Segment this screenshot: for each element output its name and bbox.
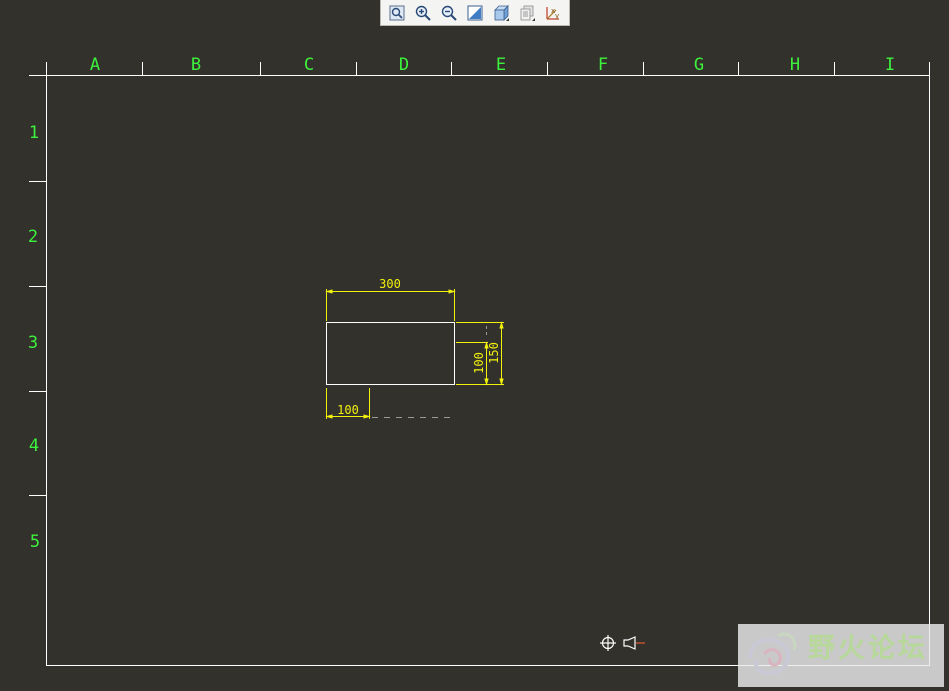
zoom-out-icon[interactable] [438,2,460,24]
watermark-overlay: 野火论坛 www.proewildfire.cn [738,624,944,687]
watermark-title: 野火论坛 [808,633,928,664]
shading-icon[interactable] [490,2,512,24]
layers-icon[interactable] [516,2,538,24]
column-label: C [304,55,314,75]
column-label: I [885,55,895,75]
column-label: H [790,55,800,75]
column-label: G [694,55,704,75]
column-label: B [191,55,201,75]
datum-display-icon[interactable]: x y [542,2,564,24]
row-label: 5 [30,532,40,552]
dimension-offset-value: 100 [337,403,359,417]
part-view-rectangle[interactable] [326,322,455,385]
zoom-in-icon[interactable] [412,2,434,24]
refit-icon[interactable] [386,2,408,24]
row-label: 3 [28,333,38,353]
row-label: 1 [29,123,39,143]
column-label: A [90,55,100,75]
spin-center-icon [600,635,616,651]
row-label: 2 [28,227,38,247]
dimension-width[interactable] [325,289,456,321]
drawing-border [46,75,930,666]
svg-text:y: y [555,12,559,20]
view-toolbar: x y [380,0,570,26]
watermark-url: www.proewildfire.cn [798,665,913,680]
column-label: E [496,55,506,75]
dimension-width-value: 300 [379,277,401,291]
drawing-canvas[interactable]: A B C D E F G H I 1 2 3 4 5 300 100 150 … [0,0,949,691]
row-label: 4 [29,436,39,456]
camera-icon [623,636,645,650]
repaint-icon[interactable] [464,2,486,24]
watermark-logo-icon [748,632,797,676]
dimension-height-outer-value: 150 [487,342,501,364]
column-label: F [598,55,608,75]
dimension-height-inner-value: 100 [472,352,486,374]
column-label: D [399,55,409,75]
